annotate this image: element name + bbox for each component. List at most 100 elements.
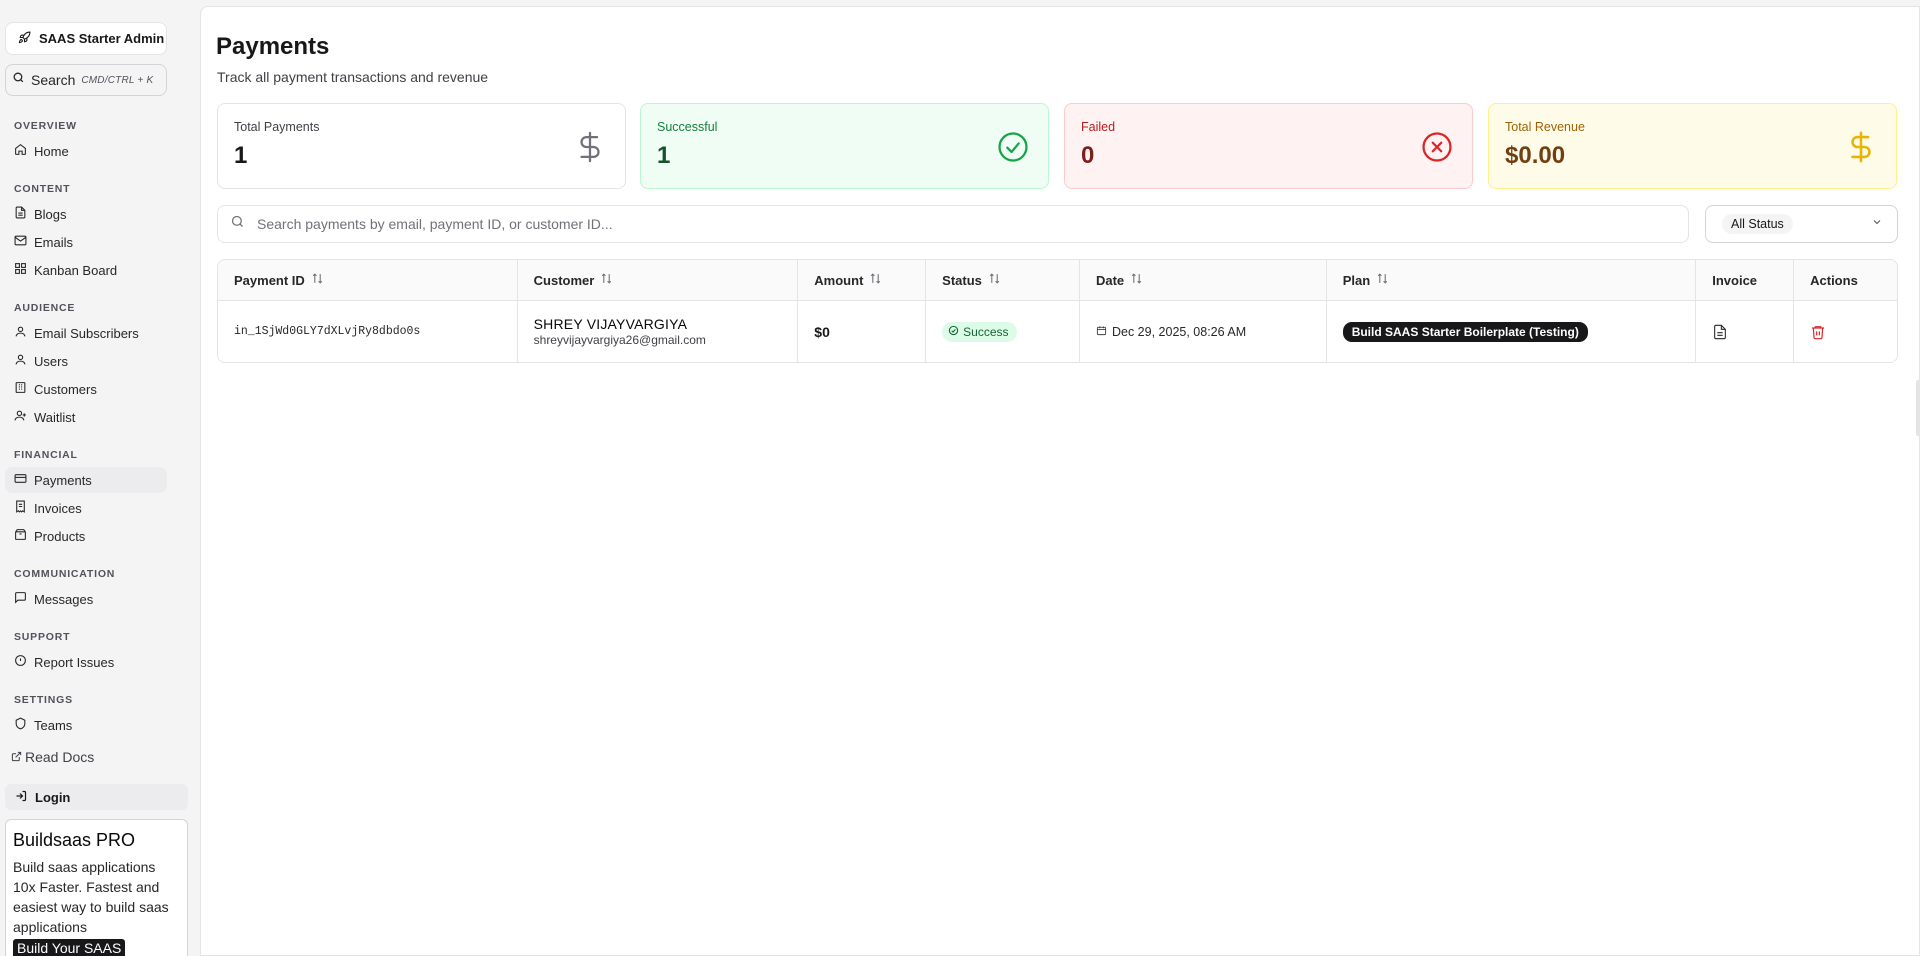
sidebar-item-label: Kanban Board — [34, 262, 118, 278]
page-subtitle: Track all payment transactions and reven… — [217, 69, 489, 85]
header-label: Status — [942, 272, 982, 288]
sidebar: SAAS Starter Admin Search CMD/CTRL + K O… — [0, 0, 197, 956]
stat-card-failed: Failed 0 — [1064, 103, 1473, 189]
page-title: Payments — [216, 33, 330, 60]
sidebar-item-messages[interactable]: Messages — [5, 586, 167, 612]
stat-label: Failed — [1081, 120, 1116, 134]
stat-card-total-payments: Total Payments 1 — [217, 103, 626, 189]
chevron-down-icon — [1871, 215, 1883, 233]
document-icon[interactable] — [1712, 324, 1728, 340]
customer-email: shreyvijayvargiya26@gmail.com — [533, 333, 706, 347]
dollar-icon — [1844, 130, 1878, 164]
kanban-icon — [14, 262, 27, 278]
cell-payment-id: in_1SjWd0GLY7dXLvjRy8dbdo0s — [218, 301, 518, 362]
plan-badge: Build SAAS Starter Boilerplate (Testing) — [1342, 321, 1588, 342]
stat-card-total-revenue: Total Revenue $0.00 — [1488, 103, 1897, 189]
promo-title: Buildsaas PRO — [13, 830, 136, 850]
sidebar-item-label: Customers — [34, 381, 97, 397]
payments-search — [217, 205, 1689, 243]
search-shortcut-hint: CMD/CTRL + K — [81, 74, 154, 86]
header-customer[interactable]: Customer — [518, 260, 799, 300]
sidebar-item-customers[interactable]: Customers — [5, 376, 167, 402]
building-icon — [14, 381, 27, 397]
stat-label: Total Payments — [234, 120, 320, 134]
sidebar-item-payments[interactable]: Payments — [5, 467, 167, 493]
stat-value: 1 — [657, 142, 671, 169]
header-label: Payment ID — [234, 272, 305, 288]
search-icon — [12, 71, 25, 89]
package-icon — [14, 528, 27, 544]
sidebar-item-kanban[interactable]: Kanban Board — [5, 257, 167, 283]
check-circle-icon — [948, 325, 959, 339]
cell-status: Success — [926, 301, 1080, 362]
section-communication: COMMUNICATION — [14, 568, 116, 580]
header-label: Amount — [814, 272, 864, 288]
sidebar-item-label: Report Issues — [34, 654, 115, 670]
rocket-icon — [18, 31, 31, 47]
sidebar-item-subscribers[interactable]: Email Subscribers — [5, 320, 167, 346]
read-docs-link[interactable]: Read Docs — [11, 749, 94, 765]
login-button[interactable]: Login — [5, 784, 188, 810]
header-status[interactable]: Status — [926, 260, 1080, 300]
cell-plan: Build SAAS Starter Boilerplate (Testing) — [1327, 301, 1697, 362]
amount-value: $0 — [814, 323, 830, 340]
read-docs-label: Read Docs — [25, 749, 95, 765]
brand-button[interactable]: SAAS Starter Admin — [5, 22, 167, 55]
header-label: Actions — [1810, 272, 1858, 288]
status-filter-value: All Status — [1722, 214, 1793, 234]
sidebar-item-home[interactable]: Home — [5, 138, 167, 164]
sidebar-item-label: Messages — [34, 591, 94, 607]
payments-search-input[interactable] — [257, 216, 1657, 232]
sidebar-item-invoices[interactable]: Invoices — [5, 495, 167, 521]
promo-card: Buildsaas PRO Build saas applications 10… — [5, 819, 188, 956]
sidebar-search[interactable]: Search CMD/CTRL + K — [5, 64, 167, 96]
customer-name: SHREY VIJAYVARGIYA — [533, 316, 688, 332]
brand-title: SAAS Starter Admin — [39, 31, 165, 46]
alert-circle-icon — [14, 654, 27, 670]
header-date[interactable]: Date — [1080, 260, 1327, 300]
scroll-handle[interactable] — [1916, 380, 1920, 436]
user-icon — [14, 325, 27, 341]
stat-label: Total Revenue — [1505, 120, 1585, 134]
sidebar-item-label: Email Subscribers — [34, 325, 139, 341]
status-filter-select[interactable]: All Status — [1705, 205, 1898, 243]
section-settings: SETTINGS — [14, 694, 73, 706]
section-overview: OVERVIEW — [14, 120, 77, 132]
x-circle-icon — [1420, 130, 1454, 164]
header-label: Invoice — [1712, 272, 1758, 288]
sidebar-item-blogs[interactable]: Blogs — [5, 201, 167, 227]
stat-label: Successful — [657, 120, 718, 134]
header-payment-id[interactable]: Payment ID — [218, 260, 518, 300]
promo-cta-button[interactable]: Build Your SAAS — [13, 939, 126, 956]
header-label: Plan — [1342, 272, 1371, 288]
section-audience: AUDIENCE — [14, 302, 76, 314]
sidebar-item-label: Products — [34, 528, 86, 544]
receipt-icon — [14, 500, 27, 516]
sidebar-item-teams[interactable]: Teams — [5, 712, 167, 738]
date-value: Dec 29, 2025, 08:26 AM — [1096, 325, 1246, 339]
sidebar-item-waitlist[interactable]: Waitlist — [5, 404, 167, 430]
stat-value: $0.00 — [1505, 142, 1566, 169]
calendar-icon — [1096, 325, 1107, 339]
sidebar-item-label: Teams — [34, 717, 73, 733]
shield-icon — [14, 717, 27, 733]
sidebar-item-products[interactable]: Products — [5, 523, 167, 549]
sort-icon — [600, 272, 613, 288]
section-content: CONTENT — [14, 183, 71, 195]
sidebar-item-report-issues[interactable]: Report Issues — [5, 649, 167, 675]
stat-value: 1 — [234, 142, 248, 169]
trash-icon[interactable] — [1810, 324, 1826, 340]
section-support: SUPPORT — [14, 631, 71, 643]
check-circle-icon — [996, 130, 1030, 164]
header-label: Date — [1095, 272, 1125, 288]
header-plan[interactable]: Plan — [1327, 260, 1697, 300]
sidebar-item-emails[interactable]: Emails — [5, 229, 167, 255]
sidebar-item-label: Users — [34, 353, 68, 369]
payments-table: Payment ID Customer Amount Status Date P… — [217, 259, 1898, 363]
search-icon — [230, 214, 245, 234]
home-icon — [14, 143, 27, 159]
sort-icon — [1130, 272, 1143, 288]
sidebar-item-users[interactable]: Users — [5, 348, 167, 374]
header-amount[interactable]: Amount — [798, 260, 927, 300]
external-link-icon — [11, 749, 22, 765]
